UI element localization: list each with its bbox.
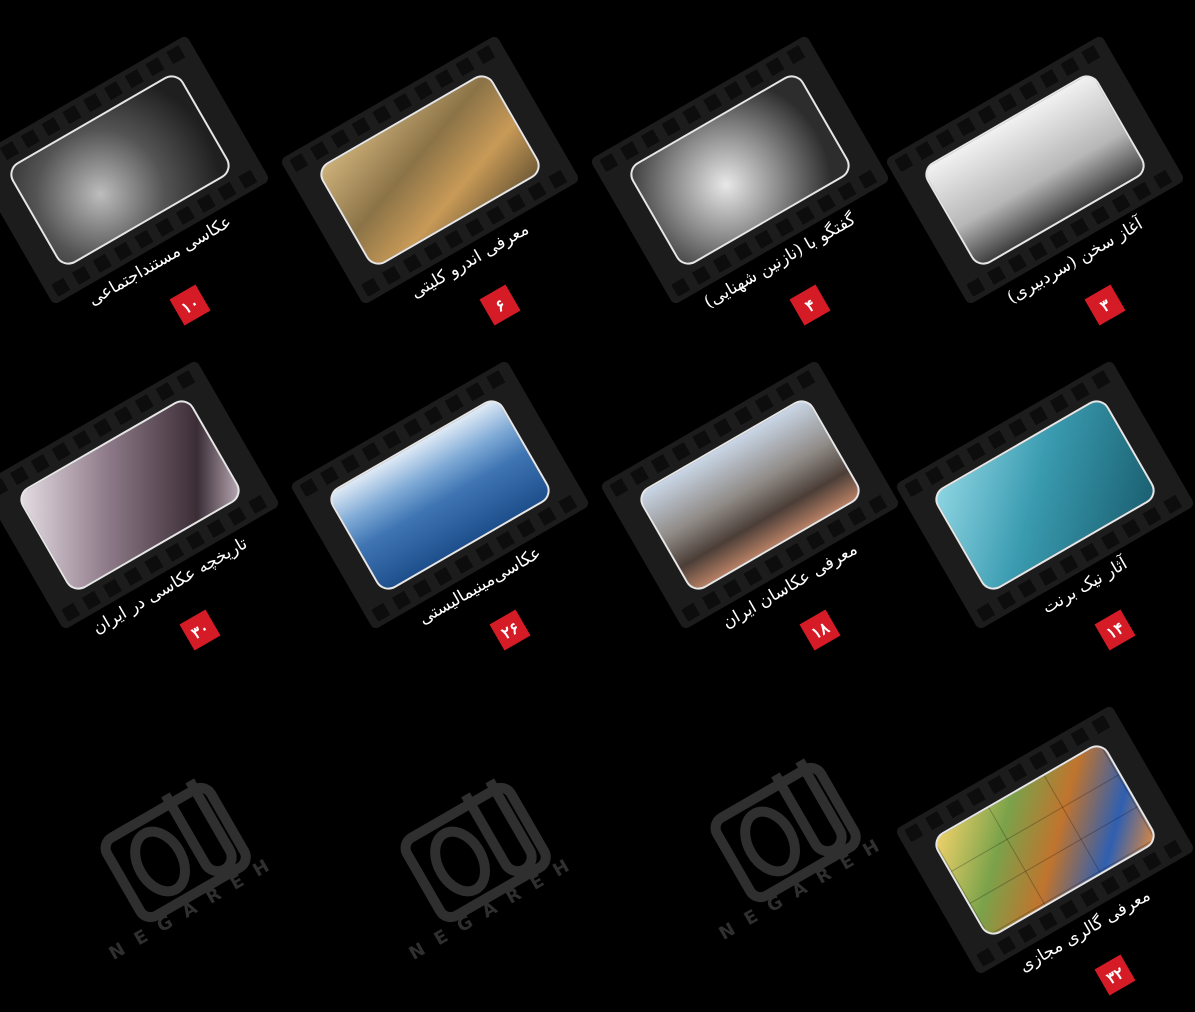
film-strip-icon: [884, 34, 1186, 306]
film-strip-icon: [894, 704, 1195, 976]
page-number-badge: ۲۶: [489, 609, 531, 651]
film-strip-icon: [589, 34, 891, 306]
page-number-badge: ۴: [789, 284, 831, 326]
article-card[interactable]: معرفی گالری مجازی ۳۲: [894, 690, 1195, 996]
film-strip-icon: [289, 359, 591, 631]
article-card[interactable]: آغاز سخن (سردبیری) ۳: [884, 20, 1186, 326]
camera-logo-icon: [100, 778, 251, 923]
page-number-badge: ۱۰: [169, 284, 211, 326]
article-card[interactable]: آثار نیک برنت ۱۴: [894, 345, 1195, 651]
camera-logo-icon: [400, 778, 551, 923]
article-card[interactable]: عکاسی مستندا‌جتماعی ۱۰: [0, 20, 271, 326]
page-number-badge: ۶: [479, 284, 521, 326]
film-strip-icon: [894, 359, 1195, 631]
page-number-badge: ۳۲: [1094, 954, 1136, 996]
film-strip-icon: [0, 359, 281, 631]
page-number-badge: ۱۴: [1094, 609, 1136, 651]
film-strip-icon: [279, 34, 581, 306]
page-number-badge: ۳۰: [179, 609, 221, 651]
placeholder-logo: NEGAREH: [330, 700, 630, 1000]
article-card[interactable]: گفتگو با (نازنین شهنایی) ۴: [589, 20, 891, 326]
placeholder-logo: NEGAREH: [30, 700, 330, 1000]
article-card[interactable]: تاریخچه عکاسی در ایران ۳۰: [0, 345, 281, 651]
article-card[interactable]: معرفی عکاسان ایران ۱۸: [599, 345, 901, 651]
article-card[interactable]: عکاسی‌مینیمالیستی ۲۶: [289, 345, 591, 651]
page-number-badge: ۱۸: [799, 609, 841, 651]
page-number-badge: ۳: [1084, 284, 1126, 326]
article-card[interactable]: معرفی اندرو کلیتی ۶: [279, 20, 581, 326]
film-strip-icon: [599, 359, 901, 631]
camera-logo-icon: [710, 758, 861, 903]
